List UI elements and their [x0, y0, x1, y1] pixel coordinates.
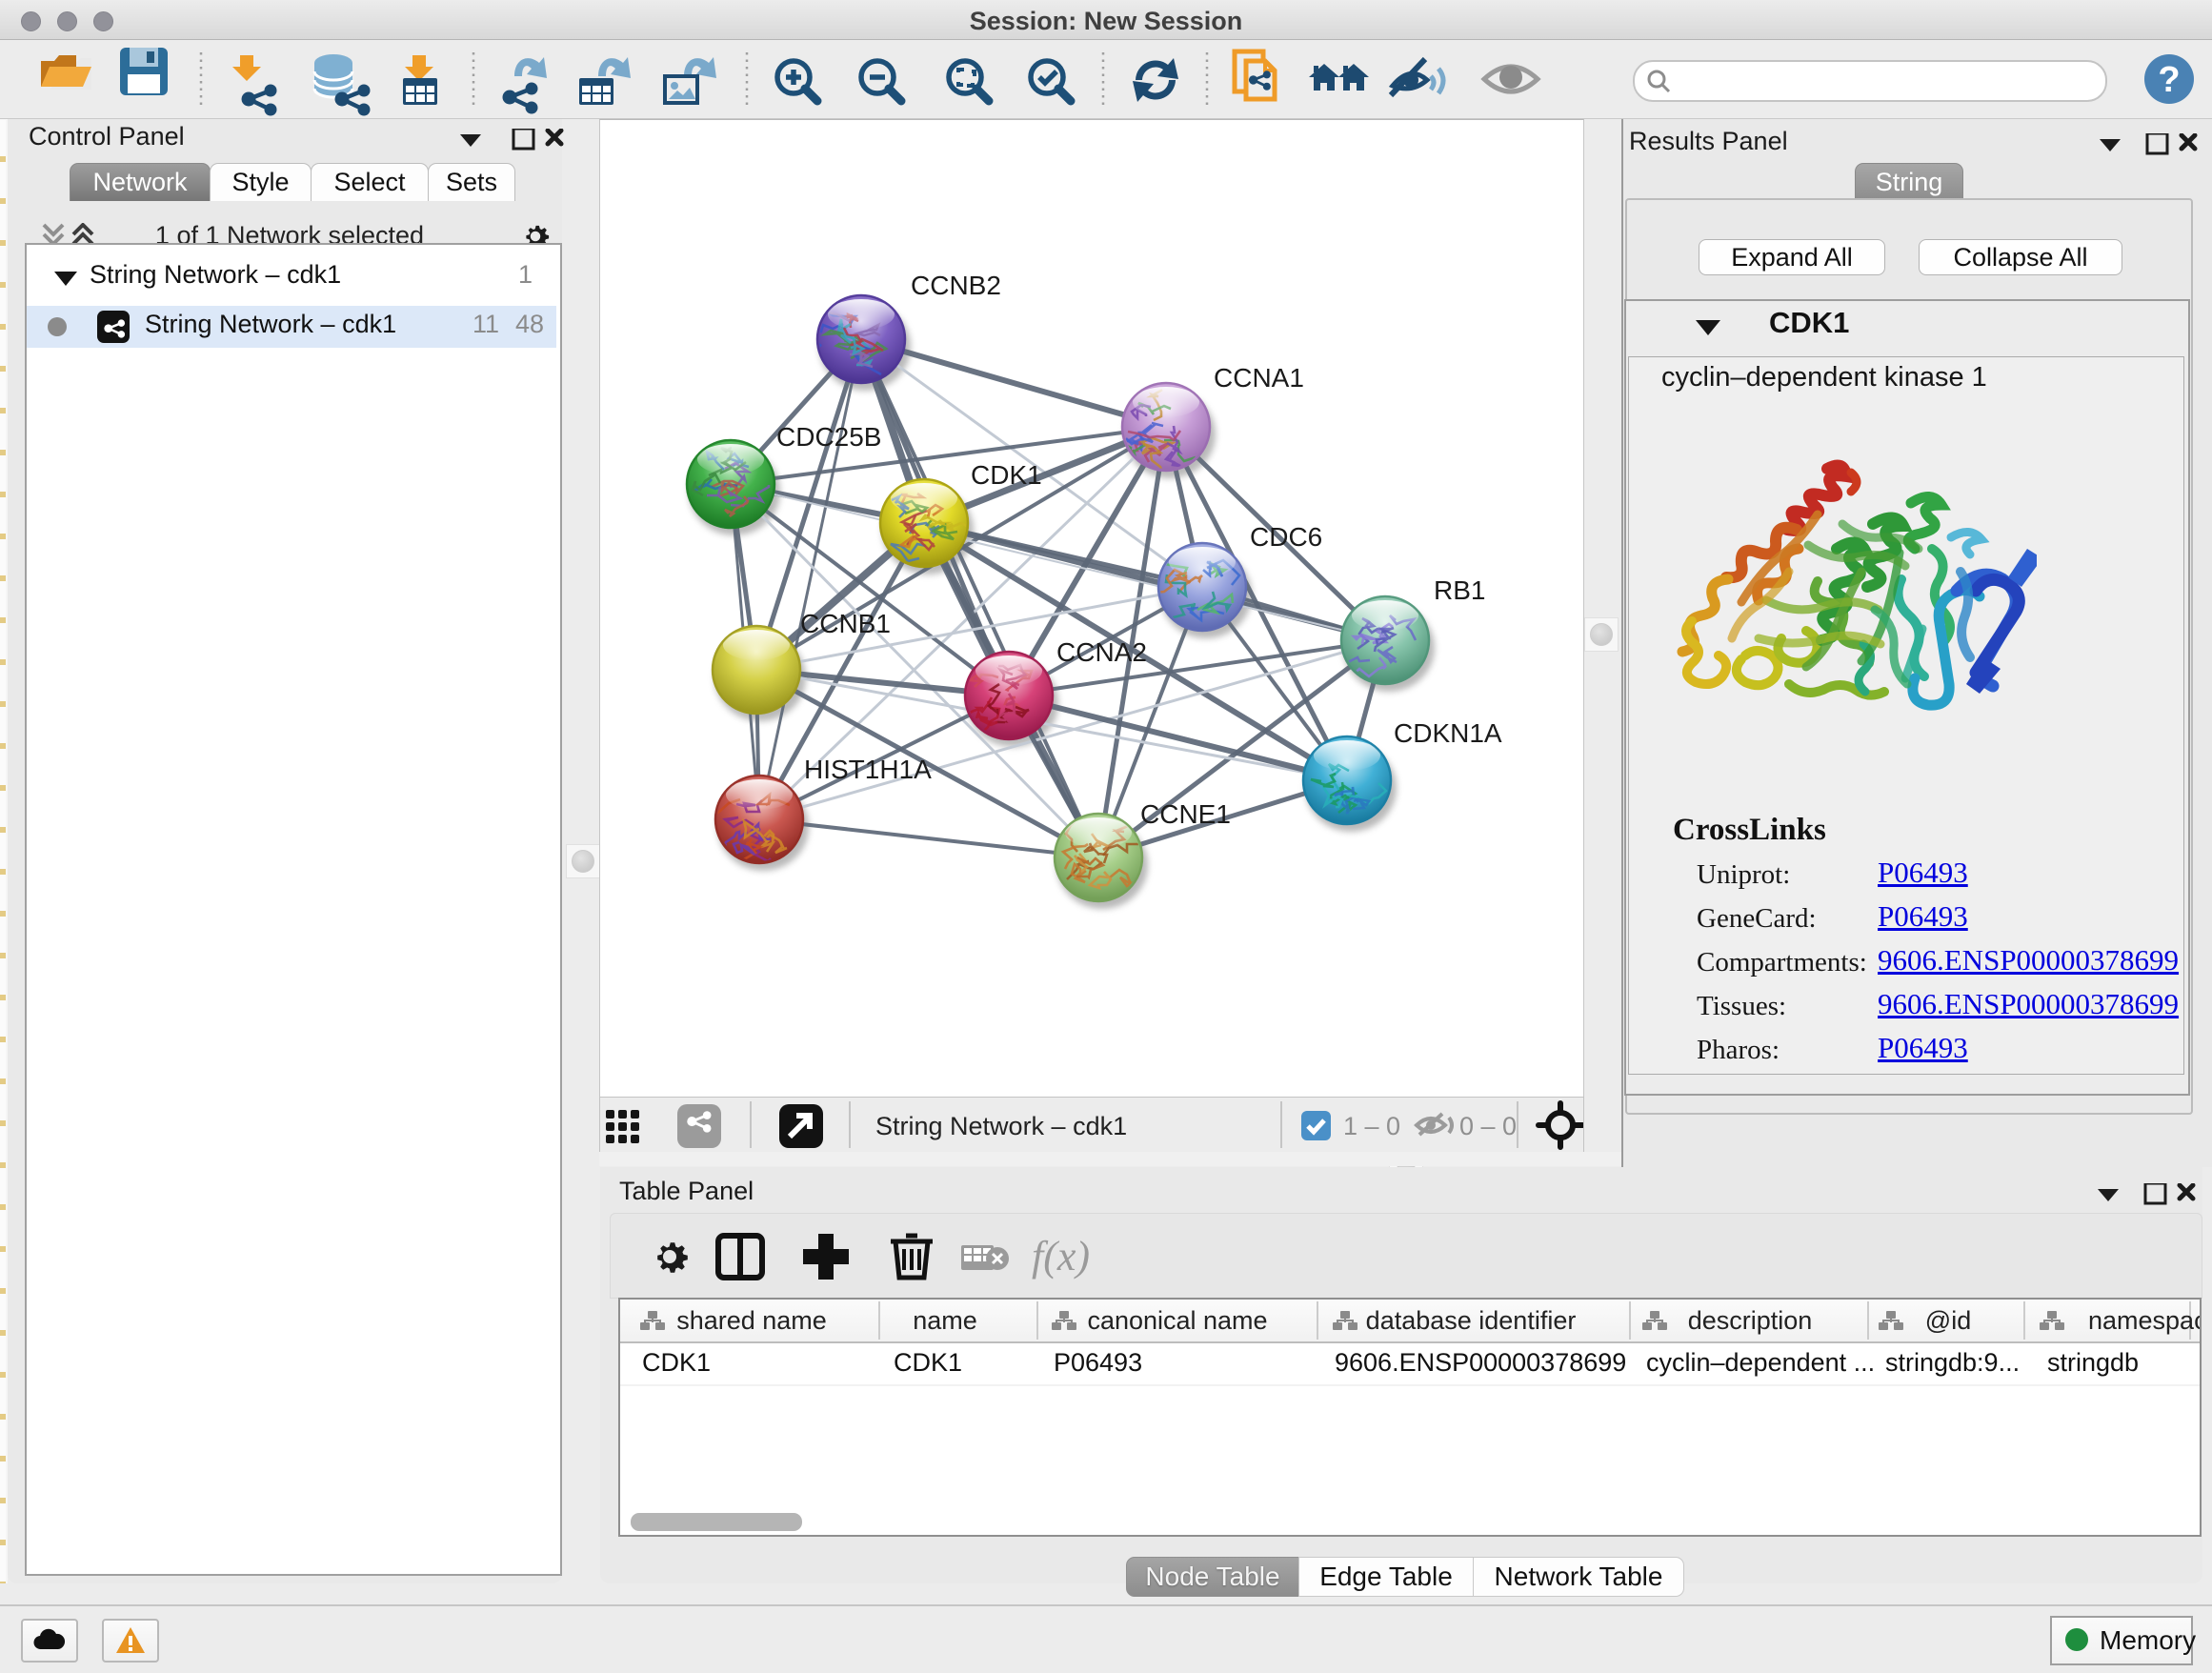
svg-text:0 – 0: 0 – 0: [1459, 1112, 1517, 1140]
svg-text:CDKN1A: CDKN1A: [1394, 718, 1502, 748]
svg-text:9606.ENSP00000378699: 9606.ENSP00000378699: [1335, 1348, 1626, 1377]
svg-text:namespac: namespac: [2088, 1306, 2200, 1335]
svg-text:CCNA1: CCNA1: [1214, 363, 1304, 393]
svg-text:?: ?: [2158, 60, 2180, 100]
svg-text:CDK1: CDK1: [971, 460, 1042, 490]
svg-text:CCNA2: CCNA2: [1056, 637, 1147, 667]
svg-text:stringdb: stringdb: [2047, 1348, 2139, 1377]
svg-text:CDK1: CDK1: [642, 1348, 711, 1377]
svg-text:CDC25B: CDC25B: [776, 422, 881, 452]
svg-text:name: name: [913, 1306, 977, 1335]
svg-text:1 – 0: 1 – 0: [1343, 1112, 1400, 1140]
svg-text:cyclin–dependent ...: cyclin–dependent ...: [1646, 1348, 1875, 1377]
svg-text:String Network – cdk1: String Network – cdk1: [875, 1112, 1127, 1140]
svg-text:RB1: RB1: [1434, 575, 1485, 605]
svg-text:@id: @id: [1925, 1306, 1971, 1335]
svg-text:f(x): f(x): [1032, 1233, 1090, 1280]
svg-text:CCNB1: CCNB1: [800, 609, 891, 638]
svg-text:CDC6: CDC6: [1250, 522, 1322, 552]
svg-text:description: description: [1688, 1306, 1813, 1335]
svg-text:CDK1: CDK1: [894, 1348, 962, 1377]
svg-text:stringdb:9...: stringdb:9...: [1885, 1348, 2020, 1377]
svg-text:database identifier: database identifier: [1366, 1306, 1577, 1335]
svg-text:CCNB2: CCNB2: [911, 271, 1001, 300]
svg-text:CCNE1: CCNE1: [1140, 799, 1231, 829]
svg-text:HIST1H1A: HIST1H1A: [804, 755, 932, 784]
svg-text:P06493: P06493: [1054, 1348, 1142, 1377]
svg-text:shared name: shared name: [676, 1306, 827, 1335]
svg-text:canonical name: canonical name: [1087, 1306, 1267, 1335]
